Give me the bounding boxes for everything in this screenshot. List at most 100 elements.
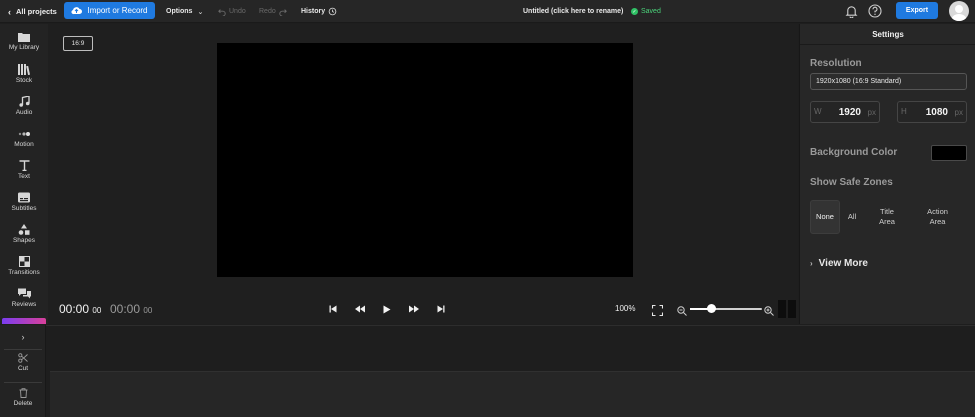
layout-pane-icon [788, 300, 796, 318]
reviews-icon [17, 288, 31, 299]
current-time-frames: 00 [92, 306, 102, 315]
height-value: 1080 [925, 107, 948, 118]
export-button[interactable]: Export [896, 2, 938, 19]
zoom-slider-track[interactable] [690, 308, 762, 310]
history-icon [328, 7, 337, 16]
sidebar-item-label: Transitions [8, 269, 40, 276]
avatar[interactable] [949, 1, 969, 21]
height-field[interactable]: H 1080 px [897, 101, 967, 123]
project-title[interactable]: Untitled (click here to rename) [523, 0, 623, 23]
sidebar-item-transitions[interactable]: Transitions [0, 256, 48, 286]
view-more-toggle[interactable]: › View More [810, 258, 868, 269]
sidebar-item-label: Motion [14, 141, 34, 148]
sidebar-item-label: Stock [15, 77, 33, 84]
skip-forward-icon [437, 305, 445, 313]
left-sidebar: My Library Stock Audio Motion Text Subti… [0, 24, 48, 324]
sidebar-item-my-library[interactable]: My Library [0, 32, 48, 62]
skip-to-start-button[interactable] [329, 304, 337, 314]
zoom-out-button[interactable] [677, 303, 687, 321]
expand-timeline-button[interactable]: › [0, 327, 46, 347]
upgrade-tab[interactable] [2, 318, 46, 324]
export-label: Export [905, 7, 929, 14]
redo-button[interactable]: Redo [259, 0, 290, 23]
sidebar-item-text[interactable]: Text [0, 160, 48, 190]
music-note-icon [18, 96, 30, 107]
total-time-frames: 00 [143, 306, 153, 315]
current-time: 00:00 00 [59, 302, 101, 316]
safe-zone-action-area[interactable]: Action Area [910, 200, 965, 234]
undo-button[interactable]: Undo [215, 0, 246, 23]
undo-icon [218, 8, 226, 16]
delete-label: Delete [13, 400, 33, 407]
notifications-button[interactable] [845, 4, 858, 23]
help-button[interactable] [868, 4, 882, 23]
sidebar-item-motion[interactable]: Motion [0, 128, 48, 158]
safe-zone-none[interactable]: None [810, 200, 840, 234]
redo-label: Redo [259, 8, 276, 15]
all-projects-label: All projects [16, 7, 57, 16]
timeline-track[interactable] [50, 371, 975, 417]
divider [4, 382, 42, 383]
zoom-in-button[interactable] [764, 303, 774, 321]
sidebar-item-audio[interactable]: Audio [0, 96, 48, 126]
video-canvas[interactable] [217, 43, 633, 277]
layout-toggle-button[interactable] [778, 300, 796, 318]
cut-button[interactable]: Cut [0, 353, 46, 372]
sidebar-item-label: Reviews [11, 301, 37, 308]
options-menu[interactable]: Options ⌄ [166, 0, 203, 23]
background-color-swatch[interactable] [931, 145, 967, 161]
aspect-ratio-button[interactable]: 16:9 [63, 36, 93, 51]
fit-to-screen-button[interactable] [651, 303, 664, 321]
chevron-right-icon: › [21, 332, 25, 342]
width-field[interactable]: W 1920 px [810, 101, 880, 123]
bell-icon [845, 6, 858, 19]
history-button[interactable]: History [301, 0, 340, 23]
skip-back-icon [329, 305, 337, 313]
redo-icon [279, 8, 287, 16]
rewind-button[interactable] [355, 304, 365, 314]
skip-to-end-button[interactable] [437, 304, 445, 314]
divider [4, 349, 42, 350]
safe-zones-options: None All Title Area Action Area [810, 200, 967, 234]
safe-zone-label: All [847, 211, 857, 221]
aspect-ratio-label: 16:9 [71, 40, 85, 47]
import-or-record-button[interactable]: Import or Record [64, 2, 155, 19]
safe-zone-all[interactable]: All [840, 200, 864, 234]
resolution-value: 1920x1080 (16:9 Standard) [816, 78, 902, 85]
subtitles-icon [18, 192, 30, 203]
stock-icon [18, 64, 30, 75]
cut-label: Cut [17, 365, 29, 372]
sidebar-item-label: Shapes [12, 237, 36, 244]
undo-label: Undo [229, 8, 246, 15]
safe-zones-label: Show Safe Zones [810, 177, 893, 188]
total-time: 00:00 00 [110, 302, 152, 316]
sidebar-item-reviews[interactable]: Reviews [0, 288, 48, 318]
text-icon [19, 160, 29, 171]
sidebar-item-shapes[interactable]: Shapes [0, 224, 48, 254]
rewind-icon [355, 305, 365, 313]
trash-icon [19, 388, 27, 398]
sidebar-item-subtitles[interactable]: Subtitles [0, 192, 48, 222]
width-value: 1920 [838, 107, 861, 118]
sidebar-item-stock[interactable]: Stock [0, 64, 48, 94]
safe-zone-label: Action Area [927, 206, 948, 226]
delete-button[interactable]: Delete [0, 388, 46, 407]
resolution-select[interactable]: 1920x1080 (16:9 Standard) [810, 73, 967, 90]
width-prefix: W [814, 107, 822, 116]
top-bar: ‹ All projects Import or Record Options … [0, 0, 975, 23]
cloud-upload-icon [71, 7, 83, 15]
play-button[interactable] [383, 304, 391, 314]
sidebar-item-label: Text [18, 173, 30, 180]
timeline-ruler[interactable] [46, 325, 975, 371]
width-unit: px [867, 108, 876, 117]
fast-forward-button[interactable] [409, 304, 419, 314]
background-color-label: Background Color [810, 147, 898, 158]
check-circle-icon: ✓ [631, 8, 638, 15]
chevron-right-icon: › [810, 259, 813, 268]
safe-zone-title-area[interactable]: Title Area [864, 200, 910, 234]
user-avatar-icon [951, 5, 967, 21]
all-projects-link[interactable]: ‹ All projects [8, 0, 57, 23]
layout-pane-icon [778, 300, 786, 318]
motion-icon [18, 132, 30, 136]
safe-zone-label: Title Area [879, 206, 895, 226]
